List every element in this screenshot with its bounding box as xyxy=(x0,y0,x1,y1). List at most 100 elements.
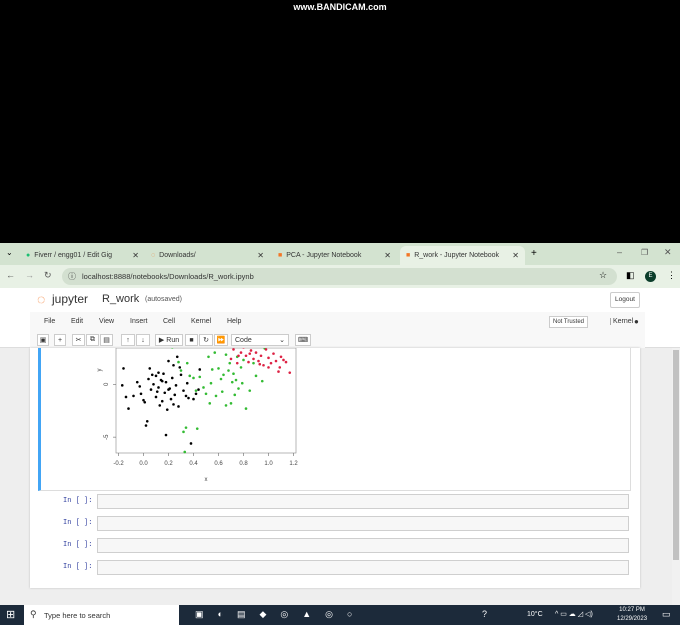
interrupt-button[interactable]: ■ xyxy=(185,334,198,346)
notifications-icon[interactable]: ▭ xyxy=(662,609,671,620)
system-tray-icons[interactable]: ^ ▭ ☁ ◿ ◁) xyxy=(555,610,593,618)
notebook-icon: ■ xyxy=(406,252,411,259)
recorder-watermark: www.BANDICAM.com xyxy=(293,2,387,12)
data-point-cluster2 xyxy=(182,430,185,434)
data-point-cluster2 xyxy=(227,369,230,372)
close-icon[interactable]: ✕ xyxy=(132,251,139,260)
data-point-cluster2 xyxy=(234,378,238,382)
close-icon[interactable]: ✕ xyxy=(512,251,519,260)
forward-icon[interactable]: → xyxy=(25,270,34,280)
stop-icon: ■ xyxy=(189,336,194,344)
data-point-cluster1 xyxy=(198,368,202,371)
restart-button[interactable]: ↻ xyxy=(199,334,213,346)
scrollbar-thumb[interactable] xyxy=(673,350,679,560)
menu-file[interactable]: File xyxy=(44,318,55,325)
profile-avatar[interactable]: E xyxy=(645,271,656,282)
code-input[interactable] xyxy=(97,516,629,531)
command-palette-button[interactable]: ⌨ xyxy=(295,334,311,346)
restart-run-all-button[interactable]: ⏩ xyxy=(214,334,228,346)
code-cell[interactable]: In [ ]: xyxy=(38,560,630,576)
data-point-cluster2 xyxy=(230,380,234,384)
sidebar-icon[interactable]: ◧ xyxy=(626,270,635,281)
site-info-icon[interactable]: ⓘ xyxy=(68,271,76,282)
new-tab-icon[interactable]: + xyxy=(531,248,537,259)
data-point-cluster2 xyxy=(228,361,232,365)
notebook-title[interactable]: R_work xyxy=(102,293,139,305)
data-point-cluster2 xyxy=(209,381,213,385)
x-tick-label: 0.8 xyxy=(239,461,248,467)
reload-icon[interactable]: ↻ xyxy=(44,270,52,281)
code-input[interactable] xyxy=(97,494,629,509)
x-tick-label: 0.4 xyxy=(189,461,198,467)
fiverr-icon: ● xyxy=(26,252,31,259)
data-point-cluster3 xyxy=(279,355,283,359)
browser-menu-icon[interactable]: ⋮ xyxy=(667,270,676,281)
restart-icon: ↻ xyxy=(203,337,209,344)
taskbar-search[interactable]: ⚲ Type here to search xyxy=(24,605,179,625)
code-cell[interactable]: In [ ]: xyxy=(38,516,630,532)
copy-button[interactable]: ⧉ xyxy=(86,334,99,346)
url-input[interactable]: ⓘ localhost:8888/notebooks/Downloads/R_wo… xyxy=(62,268,617,285)
window-close-icon[interactable]: ✕ xyxy=(664,247,672,258)
code-cell[interactable]: In [ ]: xyxy=(38,494,630,510)
taskbar-app-icons[interactable]: ▣◐▤◆◎▲◎○ xyxy=(195,609,366,620)
scrollbar[interactable] xyxy=(672,348,680,605)
tab-fiverr[interactable]: ● Fiverr / engg01 / Edit Gig ✕ xyxy=(20,246,145,265)
tab-r-work[interactable]: ■ R_work - Jupyter Notebook ✕ xyxy=(400,246,525,265)
move-down-button[interactable]: ↓ xyxy=(136,334,150,346)
output-cell[interactable]: -0.2 0.0 0.2 0.4 0.6 0.8 1.0 1.2 0 -5 x y xyxy=(38,348,631,491)
menu-edit[interactable]: Edit xyxy=(71,318,83,325)
data-point-cluster2 xyxy=(177,360,180,364)
tab-downloads[interactable]: ◌ Downloads/✕ xyxy=(145,246,270,265)
data-point-cluster2 xyxy=(244,407,248,410)
jupyter-logo-text[interactable]: jupyter xyxy=(52,292,88,306)
code-cell[interactable]: In [ ]: xyxy=(38,538,630,554)
data-point-cluster1 xyxy=(164,380,168,384)
insert-cell-button[interactable]: + xyxy=(54,334,66,346)
minimize-icon[interactable]: – xyxy=(617,247,622,257)
trust-indicator[interactable]: Not Trusted xyxy=(549,316,589,328)
close-icon[interactable]: ✕ xyxy=(257,251,264,260)
cell-prompt: In [ ]: xyxy=(63,497,93,505)
move-up-button[interactable]: ↑ xyxy=(121,334,135,346)
data-point-cluster2 xyxy=(254,374,258,378)
data-point-cluster2 xyxy=(222,373,225,377)
code-input[interactable] xyxy=(97,538,629,553)
save-button[interactable]: ▣ xyxy=(37,334,49,346)
copy-icon: ⧉ xyxy=(90,336,95,343)
data-point-cluster3 xyxy=(267,356,270,360)
scissors-icon: ✂ xyxy=(75,337,82,344)
paste-button[interactable]: ▤ xyxy=(100,334,113,346)
weather-text[interactable]: 10°C xyxy=(527,611,543,618)
data-point-cluster2 xyxy=(252,361,255,365)
cell-prompt: In [ ]: xyxy=(63,541,93,549)
tab-search-icon[interactable]: ⌄ xyxy=(6,248,13,257)
kernel-name: Kernel xyxy=(610,318,633,325)
bookmark-star-icon[interactable]: ☆ xyxy=(599,270,607,281)
help-icon[interactable]: ? xyxy=(482,609,487,619)
close-icon[interactable]: ✕ xyxy=(384,251,391,260)
data-point-cluster1 xyxy=(172,403,175,406)
menu-kernel[interactable]: Kernel xyxy=(191,318,211,325)
cut-button[interactable]: ✂ xyxy=(72,334,85,346)
clock[interactable]: 10:27 PM 12/29/2023 xyxy=(617,606,647,624)
code-input[interactable] xyxy=(97,560,629,575)
menu-cell[interactable]: Cell xyxy=(163,318,175,325)
menu-view[interactable]: View xyxy=(99,318,114,325)
run-button[interactable]: ▶ Run xyxy=(155,334,183,346)
logout-button[interactable]: Logout xyxy=(610,292,640,308)
back-icon[interactable]: ← xyxy=(6,270,15,280)
tab-pca[interactable]: ■ PCA - Jupyter Notebook ✕ xyxy=(272,246,397,265)
data-point-cluster3 xyxy=(248,352,252,355)
x-tick-label: -0.2 xyxy=(113,461,124,467)
data-point-cluster1 xyxy=(160,399,164,403)
fast-forward-icon: ⏩ xyxy=(216,337,226,344)
restore-icon[interactable]: ❐ xyxy=(641,248,648,257)
data-point-cluster1 xyxy=(194,392,198,396)
data-point-cluster2 xyxy=(192,376,195,380)
windows-start-icon[interactable]: ⊞ xyxy=(6,608,15,621)
cell-type-select[interactable]: Code ⌄ xyxy=(231,334,289,346)
menu-help[interactable]: Help xyxy=(227,318,241,325)
menu-insert[interactable]: Insert xyxy=(130,318,148,325)
data-point-cluster1 xyxy=(135,380,139,384)
